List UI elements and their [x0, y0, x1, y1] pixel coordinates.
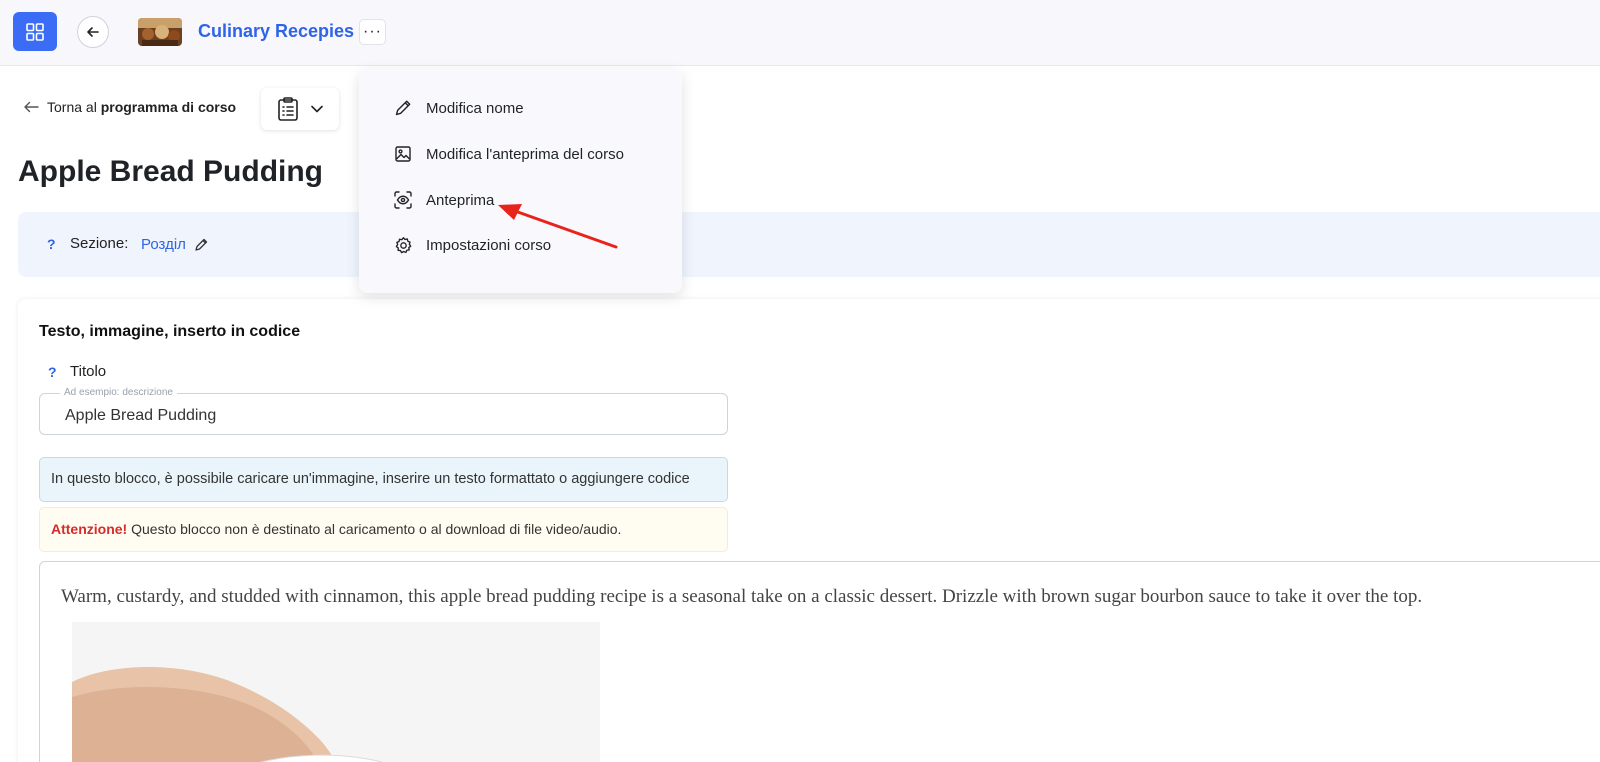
editor-paragraph[interactable]: Warm, custardy, and studded with cinnamo… — [61, 586, 1422, 608]
section-bar: ? Sezione: Розділ — [18, 212, 1600, 277]
content-block-card: Testo, immagine, inserto in codice ? Tit… — [18, 299, 1600, 762]
menu-item-label: Modifica nome — [426, 99, 524, 117]
warning-text: Questo blocco non è destinato al caricam… — [127, 521, 622, 537]
course-thumbnail — [138, 18, 182, 46]
menu-item-edit-name[interactable]: Modifica nome — [393, 98, 524, 118]
section-help-icon[interactable]: ? — [47, 236, 56, 252]
back-link-prefix: Torna al — [47, 99, 97, 115]
menu-item-edit-preview-image[interactable]: Modifica l'anteprima del corso — [393, 144, 624, 164]
title-label: Titolo — [70, 363, 107, 380]
eye-icon — [393, 190, 413, 210]
warning-notice: Attenzione! Questo blocco non è destinat… — [39, 507, 728, 552]
lesson-list-dropdown[interactable] — [261, 88, 339, 130]
page-title: Apple Bread Pudding — [18, 155, 324, 188]
menu-item-preview[interactable]: Anteprima — [393, 190, 494, 210]
section-label: Sezione: — [70, 235, 129, 252]
info-notice: In questo blocco, è possibile caricare u… — [39, 457, 728, 502]
clipboard-list-icon — [278, 97, 298, 121]
title-help-icon[interactable]: ? — [48, 364, 57, 380]
course-title[interactable]: Culinary Recepies — [198, 21, 354, 42]
course-options-menu: Modifica nome Modifica l'anteprima del c… — [359, 69, 682, 293]
title-input-placeholder: Ad esempio: descrizione — [60, 387, 177, 398]
block-heading: Testo, immagine, inserto in codice — [39, 323, 301, 340]
image-icon — [393, 144, 413, 164]
back-to-program-link[interactable]: Torna al programma di corso — [24, 99, 236, 115]
gear-icon — [393, 235, 413, 255]
pencil-icon — [393, 98, 413, 118]
more-options-button[interactable]: ··· — [359, 19, 386, 45]
menu-item-label: Anteprima — [426, 191, 495, 209]
pencil-icon[interactable] — [194, 238, 208, 252]
warning-prefix: Attenzione! — [51, 521, 128, 537]
menu-item-label: Modifica l'anteprima del corso — [426, 145, 624, 163]
title-input-value[interactable]: Apple Bread Pudding — [65, 407, 216, 425]
menu-item-label: Impostazioni corso — [426, 236, 552, 254]
title-input[interactable]: Ad esempio: descrizione Apple Bread Pudd… — [39, 387, 728, 435]
section-name[interactable]: Розділ — [141, 236, 186, 253]
section-value[interactable]: Розділ — [141, 236, 208, 253]
back-link-target: programma di corso — [100, 99, 237, 115]
editor-image[interactable] — [72, 622, 600, 762]
back-button[interactable] — [77, 16, 109, 48]
chevron-down-icon — [311, 105, 323, 113]
arrow-left-icon — [24, 101, 39, 113]
grid-icon — [26, 22, 44, 41]
arrow-left-icon — [87, 27, 99, 37]
apps-grid-button[interactable] — [13, 12, 57, 51]
top-bar: Culinary Recepies ··· — [0, 0, 1600, 66]
menu-item-course-settings[interactable]: Impostazioni corso — [393, 235, 551, 255]
rich-text-editor[interactable]: Warm, custardy, and studded with cinnamo… — [39, 561, 1600, 762]
